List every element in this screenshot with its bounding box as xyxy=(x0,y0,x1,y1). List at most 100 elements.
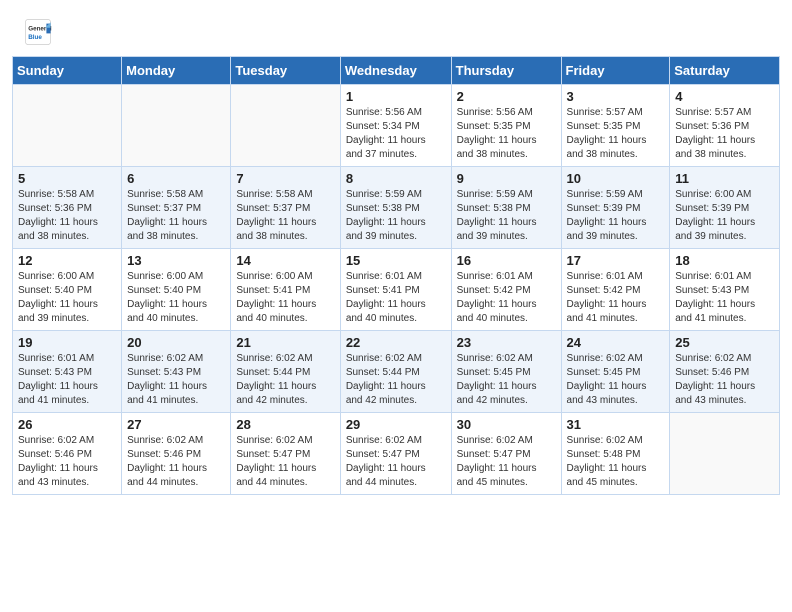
day-number: 13 xyxy=(127,253,225,268)
day-info: Sunrise: 6:00 AM Sunset: 5:40 PM Dayligh… xyxy=(18,270,116,326)
day-cell: 31 Sunrise: 6:02 AM Sunset: 5:48 PM Dayli… xyxy=(561,413,670,495)
day-cell: 28Sunrise: 6:02 AM Sunset: 5:47 PM Dayli… xyxy=(231,413,340,495)
day-info: Sunrise: 6:01 AM Sunset: 5:43 PM Dayligh… xyxy=(18,352,116,408)
day-cell: 9 Sunrise: 5:59 AM Sunset: 5:38 PM Daylig… xyxy=(451,167,561,249)
day-number: 3 xyxy=(567,89,665,104)
day-info: Sunrise: 6:00 AM Sunset: 5:40 PM Dayligh… xyxy=(127,270,225,326)
day-number: 20 xyxy=(127,335,225,350)
day-info: Sunrise: 6:02 AM Sunset: 5:47 PM Dayligh… xyxy=(236,434,334,490)
day-info: Sunrise: 6:02 AM Sunset: 5:45 PM Dayligh… xyxy=(457,352,556,408)
week-row-5: 26Sunrise: 6:02 AM Sunset: 5:46 PM Dayli… xyxy=(13,413,780,495)
weekday-friday: Friday xyxy=(561,57,670,85)
weekday-monday: Monday xyxy=(122,57,231,85)
day-cell: 17Sunrise: 6:01 AM Sunset: 5:42 PM Dayli… xyxy=(561,249,670,331)
week-row-4: 19 Sunrise: 6:01 AM Sunset: 5:43 PM Dayli… xyxy=(13,331,780,413)
day-info: Sunrise: 6:02 AM Sunset: 5:46 PM Dayligh… xyxy=(127,434,225,490)
day-cell: 25 Sunrise: 6:02 AM Sunset: 5:46 PM Dayli… xyxy=(670,331,780,413)
day-cell: 29Sunrise: 6:02 AM Sunset: 5:47 PM Dayli… xyxy=(340,413,451,495)
page-header: General Blue xyxy=(0,0,792,56)
day-number: 24 xyxy=(567,335,665,350)
day-cell: 1 Sunrise: 5:56 AM Sunset: 5:34 PM Daylig… xyxy=(340,85,451,167)
day-number: 14 xyxy=(236,253,334,268)
day-cell: 21 Sunrise: 6:02 AM Sunset: 5:44 PM Dayli… xyxy=(231,331,340,413)
day-cell: 6 Sunrise: 5:58 AM Sunset: 5:37 PM Daylig… xyxy=(122,167,231,249)
day-info: Sunrise: 6:01 AM Sunset: 5:42 PM Dayligh… xyxy=(457,270,556,326)
day-cell: 30Sunrise: 6:02 AM Sunset: 5:47 PM Dayli… xyxy=(451,413,561,495)
day-number: 27 xyxy=(127,417,225,432)
weekday-wednesday: Wednesday xyxy=(340,57,451,85)
day-cell: 8 Sunrise: 5:59 AM Sunset: 5:38 PM Daylig… xyxy=(340,167,451,249)
day-info: Sunrise: 6:02 AM Sunset: 5:47 PM Dayligh… xyxy=(457,434,556,490)
svg-text:Blue: Blue xyxy=(28,34,42,41)
day-info: Sunrise: 6:02 AM Sunset: 5:47 PM Dayligh… xyxy=(346,434,446,490)
weekday-tuesday: Tuesday xyxy=(231,57,340,85)
day-cell: 23 Sunrise: 6:02 AM Sunset: 5:45 PM Dayli… xyxy=(451,331,561,413)
day-number: 31 xyxy=(567,417,665,432)
day-cell: 7 Sunrise: 5:58 AM Sunset: 5:37 PM Daylig… xyxy=(231,167,340,249)
weekday-sunday: Sunday xyxy=(13,57,122,85)
weekday-saturday: Saturday xyxy=(670,57,780,85)
day-info: Sunrise: 5:58 AM Sunset: 5:36 PM Dayligh… xyxy=(18,188,116,244)
day-number: 7 xyxy=(236,171,334,186)
week-row-1: 1 Sunrise: 5:56 AM Sunset: 5:34 PM Daylig… xyxy=(13,85,780,167)
day-info: Sunrise: 6:02 AM Sunset: 5:46 PM Dayligh… xyxy=(675,352,774,408)
day-info: Sunrise: 5:57 AM Sunset: 5:36 PM Dayligh… xyxy=(675,106,774,162)
day-number: 21 xyxy=(236,335,334,350)
calendar-container: SundayMondayTuesdayWednesdayThursdayFrid… xyxy=(0,56,792,507)
day-cell: 20Sunrise: 6:02 AM Sunset: 5:43 PM Dayli… xyxy=(122,331,231,413)
day-cell: 5 Sunrise: 5:58 AM Sunset: 5:36 PM Daylig… xyxy=(13,167,122,249)
day-number: 9 xyxy=(457,171,556,186)
day-cell: 15 Sunrise: 6:01 AM Sunset: 5:41 PM Dayli… xyxy=(340,249,451,331)
day-info: Sunrise: 6:02 AM Sunset: 5:44 PM Dayligh… xyxy=(346,352,446,408)
day-cell: 11 Sunrise: 6:00 AM Sunset: 5:39 PM Dayli… xyxy=(670,167,780,249)
weekday-header-row: SundayMondayTuesdayWednesdayThursdayFrid… xyxy=(13,57,780,85)
day-cell xyxy=(13,85,122,167)
day-cell xyxy=(670,413,780,495)
day-cell: 22 Sunrise: 6:02 AM Sunset: 5:44 PM Dayli… xyxy=(340,331,451,413)
day-cell xyxy=(231,85,340,167)
day-cell: 2 Sunrise: 5:56 AM Sunset: 5:35 PM Daylig… xyxy=(451,85,561,167)
day-cell: 19 Sunrise: 6:01 AM Sunset: 5:43 PM Dayli… xyxy=(13,331,122,413)
week-row-3: 12 Sunrise: 6:00 AM Sunset: 5:40 PM Dayli… xyxy=(13,249,780,331)
day-number: 8 xyxy=(346,171,446,186)
day-number: 10 xyxy=(567,171,665,186)
day-info: Sunrise: 5:56 AM Sunset: 5:34 PM Dayligh… xyxy=(346,106,446,162)
day-number: 17 xyxy=(567,253,665,268)
day-info: Sunrise: 6:00 AM Sunset: 5:39 PM Dayligh… xyxy=(675,188,774,244)
logo-icon: General Blue xyxy=(24,18,52,46)
day-cell: 4 Sunrise: 5:57 AM Sunset: 5:36 PM Daylig… xyxy=(670,85,780,167)
day-cell: 24 Sunrise: 6:02 AM Sunset: 5:45 PM Dayli… xyxy=(561,331,670,413)
day-info: Sunrise: 6:01 AM Sunset: 5:41 PM Dayligh… xyxy=(346,270,446,326)
day-info: Sunrise: 6:00 AM Sunset: 5:41 PM Dayligh… xyxy=(236,270,334,326)
day-number: 5 xyxy=(18,171,116,186)
day-info: Sunrise: 6:02 AM Sunset: 5:48 PM Dayligh… xyxy=(567,434,665,490)
day-number: 23 xyxy=(457,335,556,350)
day-info: Sunrise: 5:56 AM Sunset: 5:35 PM Dayligh… xyxy=(457,106,556,162)
day-info: Sunrise: 5:59 AM Sunset: 5:39 PM Dayligh… xyxy=(567,188,665,244)
day-number: 19 xyxy=(18,335,116,350)
day-info: Sunrise: 6:02 AM Sunset: 5:45 PM Dayligh… xyxy=(567,352,665,408)
day-number: 6 xyxy=(127,171,225,186)
day-cell: 26Sunrise: 6:02 AM Sunset: 5:46 PM Dayli… xyxy=(13,413,122,495)
day-number: 4 xyxy=(675,89,774,104)
day-number: 1 xyxy=(346,89,446,104)
day-cell: 12 Sunrise: 6:00 AM Sunset: 5:40 PM Dayli… xyxy=(13,249,122,331)
week-row-2: 5 Sunrise: 5:58 AM Sunset: 5:36 PM Daylig… xyxy=(13,167,780,249)
day-cell: 13 Sunrise: 6:00 AM Sunset: 5:40 PM Dayli… xyxy=(122,249,231,331)
day-cell: 27 Sunrise: 6:02 AM Sunset: 5:46 PM Dayli… xyxy=(122,413,231,495)
day-number: 25 xyxy=(675,335,774,350)
day-number: 12 xyxy=(18,253,116,268)
logo: General Blue xyxy=(24,18,56,46)
day-number: 11 xyxy=(675,171,774,186)
day-number: 22 xyxy=(346,335,446,350)
day-cell: 18Sunrise: 6:01 AM Sunset: 5:43 PM Dayli… xyxy=(670,249,780,331)
day-info: Sunrise: 5:58 AM Sunset: 5:37 PM Dayligh… xyxy=(236,188,334,244)
day-info: Sunrise: 5:58 AM Sunset: 5:37 PM Dayligh… xyxy=(127,188,225,244)
day-info: Sunrise: 5:59 AM Sunset: 5:38 PM Dayligh… xyxy=(346,188,446,244)
day-number: 18 xyxy=(675,253,774,268)
day-info: Sunrise: 5:59 AM Sunset: 5:38 PM Dayligh… xyxy=(457,188,556,244)
day-cell: 14 Sunrise: 6:00 AM Sunset: 5:41 PM Dayli… xyxy=(231,249,340,331)
day-info: Sunrise: 6:02 AM Sunset: 5:44 PM Dayligh… xyxy=(236,352,334,408)
day-number: 15 xyxy=(346,253,446,268)
day-number: 2 xyxy=(457,89,556,104)
